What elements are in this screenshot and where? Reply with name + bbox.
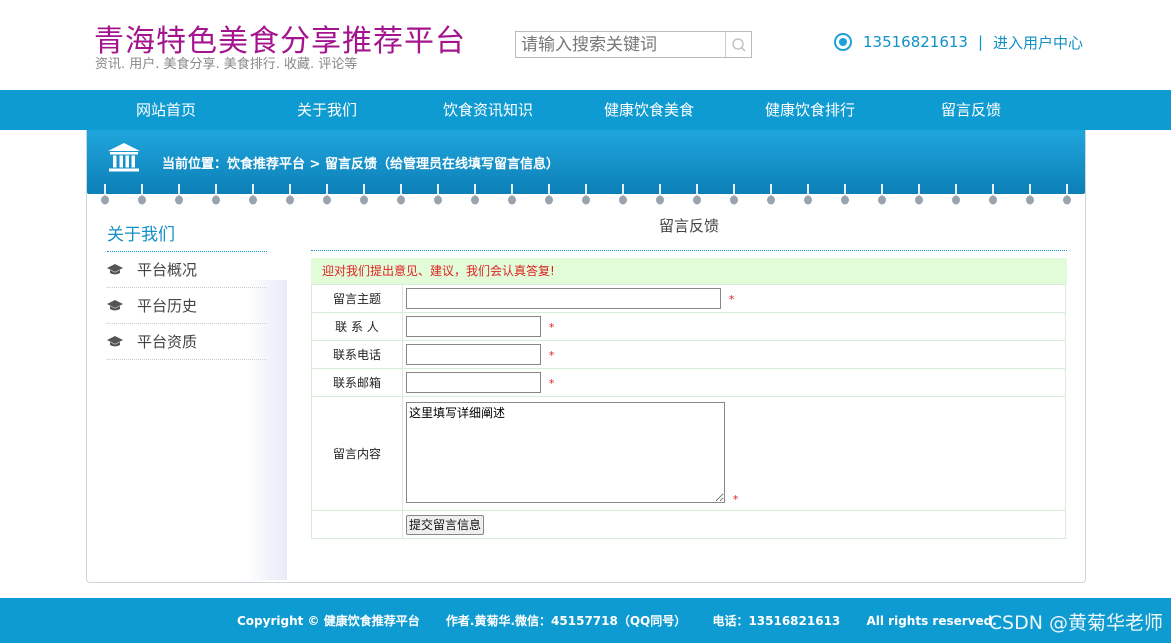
binder-ring-hole <box>138 195 146 205</box>
binder-ring-hole <box>952 195 960 205</box>
subject-label: 留言主题 <box>311 284 403 313</box>
submit-row-spacer <box>311 510 403 539</box>
sidebar-item-qualification[interactable]: 平台资质 <box>107 324 267 360</box>
graduation-cap-icon <box>107 299 137 312</box>
form-row-subject: 留言主题 * <box>311 284 1066 313</box>
binder-ring-hole <box>249 195 257 205</box>
sidebar-item-history[interactable]: 平台历史 <box>107 288 267 324</box>
footer-copyright: Copyright © 健康饮食推荐平台 <box>237 614 420 628</box>
binder-ring-hole <box>878 195 886 205</box>
graduation-cap-icon <box>107 263 137 276</box>
required-mark: * <box>548 320 555 334</box>
nav-item-feedback[interactable]: 留言反馈 <box>896 90 1046 130</box>
binder-ring-hole <box>101 195 109 205</box>
required-mark: * <box>548 376 555 390</box>
breadcrumb: 当前位置：饮食推荐平台 > 留言反馈（给管理员在线填写留言信息） <box>162 157 559 172</box>
feedback-panel: 留言反馈 迎对我们提出意见、建议，我们会认真答复! 留言主题 * 联 系 人 *… <box>311 215 1067 539</box>
sidebar-item-label: 平台概况 <box>137 260 198 279</box>
sidebar: 关于我们 平台概况 平台历史 平台资质 <box>107 218 267 360</box>
location-icon <box>834 33 852 51</box>
contact-name-input[interactable] <box>406 316 541 337</box>
binder-ring-hole <box>841 195 849 205</box>
binder-ring-hole <box>693 195 701 205</box>
site-subtitle: 资讯. 用户. 美食分享. 美食排行. 收藏. 评论等 <box>95 57 358 72</box>
required-mark: * <box>548 348 555 362</box>
binder-ring-hole <box>915 195 923 205</box>
binder-ring-hole <box>804 195 812 205</box>
institution-icon <box>108 143 140 172</box>
form-row-email: 联系邮箱 * <box>311 368 1066 397</box>
search-button[interactable] <box>725 32 751 57</box>
binder-ring-hole <box>286 195 294 205</box>
feedback-form: 留言主题 * 联 系 人 * 联系电话 * 联系邮箱 * 留言内容 这里填写详细… <box>311 284 1066 539</box>
page-title: 留言反馈 <box>311 215 1067 251</box>
user-center-link[interactable]: 进入用户中心 <box>993 32 1083 53</box>
required-mark: * <box>732 492 739 506</box>
nav-item-ranking[interactable]: 健康饮食排行 <box>735 90 885 130</box>
binder-ring-hole <box>175 195 183 205</box>
footer: Copyright © 健康饮食推荐平台 作者.黄菊华.微信：45157718（… <box>0 598 1171 643</box>
binder-rings-decoration <box>101 184 1071 205</box>
phone-input[interactable] <box>406 344 541 365</box>
nav-item-home[interactable]: 网站首页 <box>91 90 241 130</box>
binder-ring-hole <box>323 195 331 205</box>
sidebar-item-label: 平台历史 <box>137 296 198 315</box>
binder-ring-hole <box>582 195 590 205</box>
form-row-phone: 联系电话 * <box>311 340 1066 369</box>
nav-item-healthy-food[interactable]: 健康饮食美食 <box>574 90 724 130</box>
binder-ring-hole <box>471 195 479 205</box>
sidebar-title: 关于我们 <box>107 218 267 252</box>
search-input[interactable] <box>516 32 726 57</box>
binder-ring-hole <box>767 195 775 205</box>
header: 青海特色美食分享推荐平台 资讯. 用户. 美食分享. 美食排行. 收藏. 评论等… <box>0 0 1171 90</box>
binder-ring-hole <box>434 195 442 205</box>
nav-item-about[interactable]: 关于我们 <box>252 90 402 130</box>
contact-label: 联 系 人 <box>311 312 403 341</box>
main-nav: 网站首页 关于我们 饮食资讯知识 健康饮食美食 健康饮食排行 留言反馈 <box>0 90 1171 130</box>
header-separator: | <box>977 33 984 51</box>
subject-input[interactable] <box>406 288 721 309</box>
binder-ring-hole <box>1063 195 1071 205</box>
binder-ring-hole <box>397 195 405 205</box>
binder-ring-hole <box>212 195 220 205</box>
binder-ring-hole <box>360 195 368 205</box>
sidebar-item-label: 平台资质 <box>137 332 198 351</box>
email-label: 联系邮箱 <box>311 368 403 397</box>
notice-banner: 迎对我们提出意见、建议，我们会认真答复! <box>311 258 1067 284</box>
phone-label: 联系电话 <box>311 340 403 369</box>
contact-bar: 13516821613 | 进入用户中心 <box>834 31 1083 53</box>
csdn-watermark: CSDN @黄菊华老师 <box>988 612 1163 634</box>
header-phone: 13516821613 <box>863 33 968 51</box>
binder-ring-hole <box>730 195 738 205</box>
binder-ring-hole <box>508 195 516 205</box>
form-row-contact: 联 系 人 * <box>311 312 1066 341</box>
form-row-submit: 提交留言信息 <box>311 510 1066 539</box>
graduation-cap-icon <box>107 335 137 348</box>
nav-item-news[interactable]: 饮食资讯知识 <box>413 90 563 130</box>
content-label: 留言内容 <box>311 396 403 511</box>
footer-text: Copyright © 健康饮食推荐平台 作者.黄菊华.微信：45157718（… <box>237 612 1019 629</box>
email-input[interactable] <box>406 372 541 393</box>
content-textarea[interactable]: 这里填写详细阐述 <box>406 401 725 503</box>
search-box <box>515 31 752 58</box>
binder-ring-hole <box>545 195 553 205</box>
binder-ring-hole <box>656 195 664 205</box>
content-frame: 当前位置：饮食推荐平台 > 留言反馈（给管理员在线填写留言信息） 关于我们 平台… <box>86 130 1086 583</box>
binder-ring-hole <box>989 195 997 205</box>
sidebar-item-overview[interactable]: 平台概况 <box>107 252 267 288</box>
footer-phone: 电话：13516821613 <box>712 614 841 628</box>
form-row-content: 留言内容 这里填写详细阐述 * <box>311 396 1066 511</box>
footer-rights: All rights reserved. <box>866 614 997 628</box>
sidebar-shadow-decoration <box>247 280 287 580</box>
footer-author: 作者.黄菊华.微信：45157718（QQ同号） <box>445 614 687 628</box>
required-mark: * <box>728 292 735 306</box>
binder-ring-hole <box>1026 195 1034 205</box>
submit-button[interactable]: 提交留言信息 <box>406 514 485 535</box>
binder-ring-hole <box>619 195 627 205</box>
search-icon <box>732 38 746 52</box>
